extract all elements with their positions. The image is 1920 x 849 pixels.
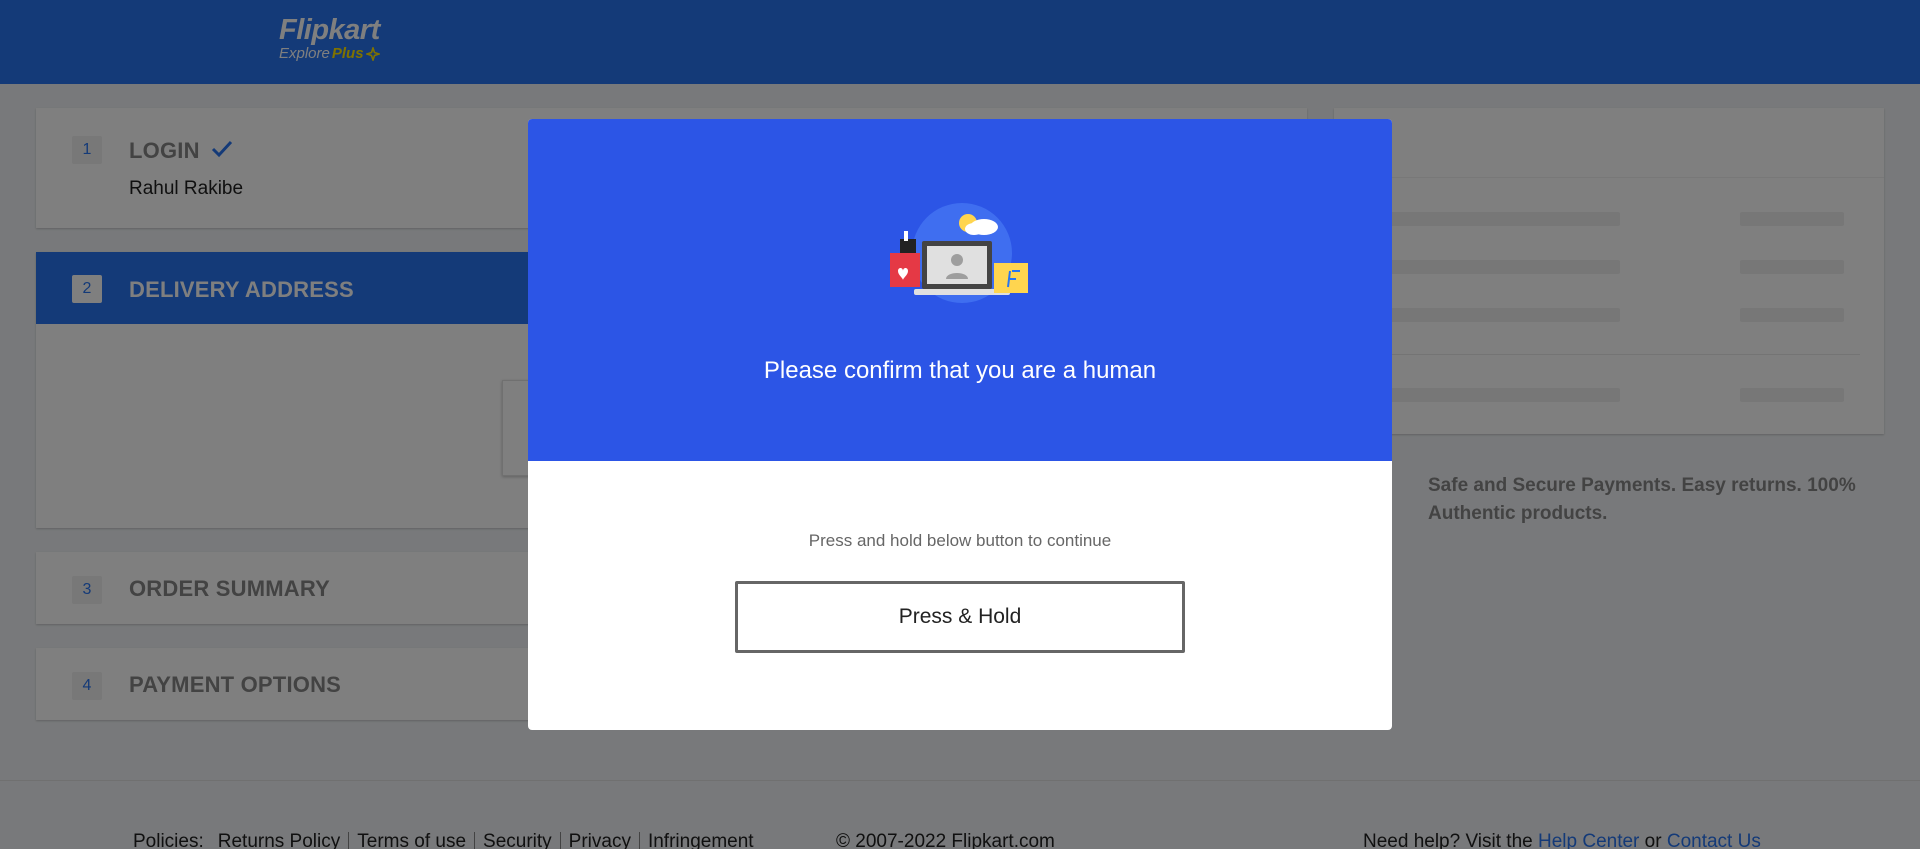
press-and-hold-button[interactable]: Press & Hold bbox=[735, 581, 1185, 653]
computer-illustration-icon bbox=[890, 203, 1028, 303]
dialog-hint: Press and hold below button to continue bbox=[808, 531, 1112, 550]
dialog-banner: Please confirm that you are a human bbox=[528, 119, 1392, 461]
dialog-title: Please confirm that you are a human bbox=[763, 357, 1157, 384]
human-verification-dialog: Please confirm that you are a human Pres… bbox=[528, 119, 1392, 730]
